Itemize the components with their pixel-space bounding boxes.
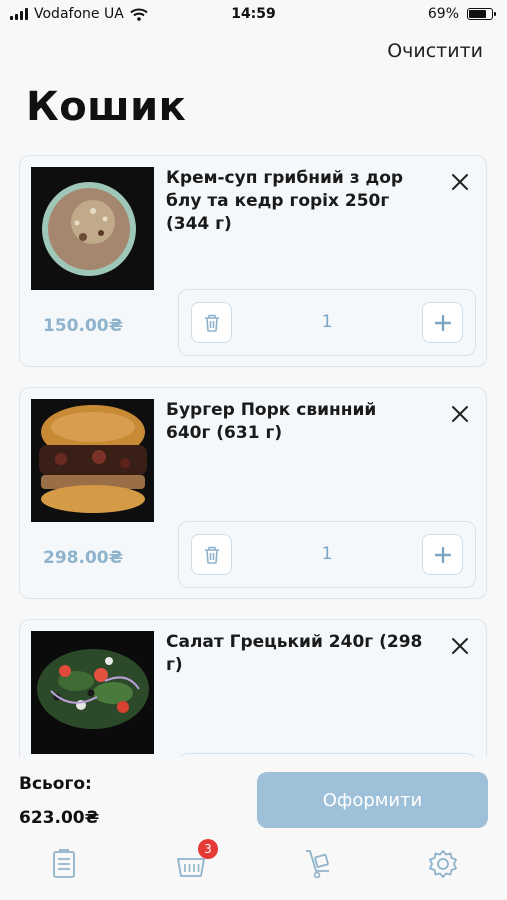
tab-bar: 3 <box>0 835 507 895</box>
battery-percent: 69% <box>427 6 459 22</box>
tab-menu[interactable] <box>47 847 81 881</box>
delivery-icon <box>306 850 329 879</box>
increase-button[interactable] <box>422 534 463 575</box>
plus-icon <box>434 546 451 563</box>
product-image-soup <box>31 167 154 290</box>
tab-delivery[interactable] <box>301 847 335 881</box>
product-name: Крем-суп грибний з дор блу та кедр горіх… <box>166 168 404 234</box>
battery-icon <box>467 8 496 20</box>
status-bar: Vodafone UA 14:59 69% <box>0 0 507 28</box>
clear-cart-button[interactable]: Очистити <box>387 40 483 62</box>
plus-icon <box>434 314 451 331</box>
quantity-stepper: 1 <box>178 289 476 356</box>
cart-count-badge: 3 <box>198 839 218 859</box>
menu-icon <box>53 849 75 878</box>
cart-item: Бургер Порк свинний 640г (631 г) 298.00₴… <box>19 387 487 599</box>
total-value: 623.00₴ <box>19 808 100 828</box>
quantity-stepper: 1 <box>178 521 476 588</box>
remove-item-icon[interactable] <box>448 634 472 658</box>
increase-button[interactable] <box>422 302 463 343</box>
product-image-burger <box>31 399 154 522</box>
tab-cart[interactable]: 3 <box>174 839 218 881</box>
tab-settings[interactable] <box>426 847 460 881</box>
product-image-salad <box>31 631 154 754</box>
remove-item-icon[interactable] <box>448 402 472 426</box>
cart-item: Крем-суп грибний з дор блу та кедр горіх… <box>19 155 487 367</box>
checkout-button[interactable]: Оформити <box>257 772 488 828</box>
remove-item-icon[interactable] <box>448 170 472 194</box>
product-price: 298.00₴ <box>43 548 124 568</box>
status-right: 69% <box>427 6 496 22</box>
page-title: Кошик <box>26 84 187 130</box>
product-name: Салат Грецький 240г (298 г) <box>166 632 423 675</box>
settings-icon <box>429 850 457 878</box>
total-label: Всього: <box>19 774 92 794</box>
product-price: 150.00₴ <box>43 316 124 336</box>
product-name: Бургер Порк свинний 640г (631 г) <box>166 400 377 443</box>
